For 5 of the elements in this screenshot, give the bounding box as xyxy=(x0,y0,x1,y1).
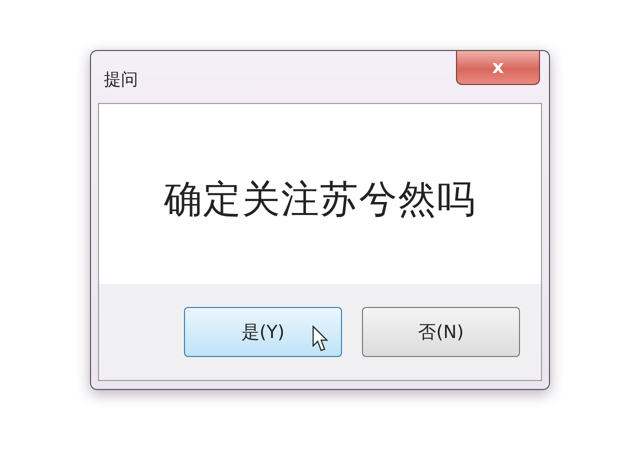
message-text: 确定关注苏兮然吗 xyxy=(164,176,476,222)
window-title: 提问 xyxy=(104,68,138,90)
dialog-button[interactable]: 否(N) xyxy=(362,307,520,357)
dialog-button[interactable]: 是(Y) xyxy=(184,307,342,357)
mouse-pointer-icon xyxy=(312,325,328,353)
